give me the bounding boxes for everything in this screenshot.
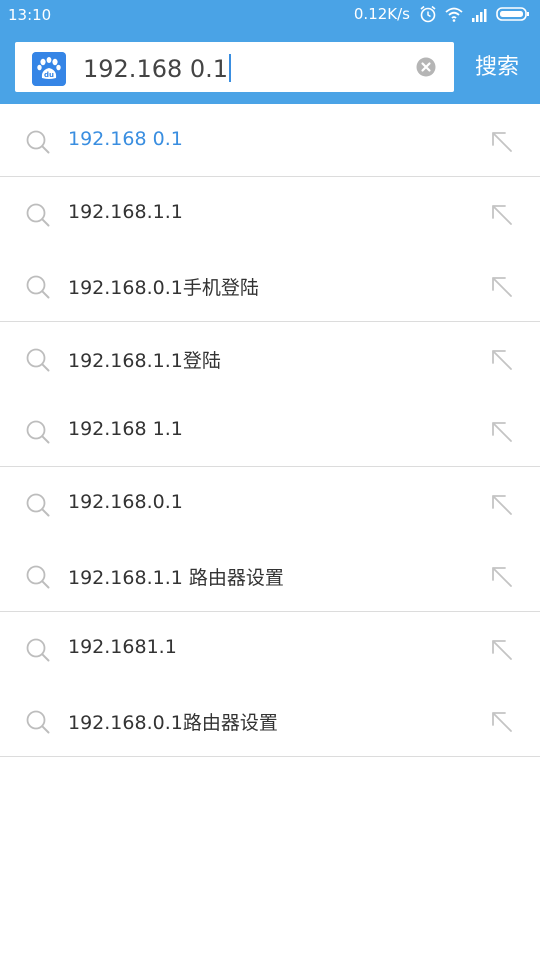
- suggestion-label: 192.168 0.1: [68, 128, 183, 150]
- search-icon: [26, 130, 50, 154]
- suggestion-item[interactable]: 192.168.1.1登陆: [0, 322, 540, 395]
- suggestion-item[interactable]: 192.168 1.1: [0, 394, 540, 467]
- search-icon: [26, 420, 50, 444]
- arrow-up-left-icon[interactable]: [489, 274, 515, 300]
- wifi-icon: [445, 7, 463, 22]
- search-icon: [26, 638, 50, 661]
- baidu-paw-logo-icon: du: [32, 52, 66, 86]
- arrow-up-left-icon[interactable]: [489, 709, 515, 735]
- suggestion-label: 192.168.0.1路由器设置: [68, 712, 278, 734]
- search-button[interactable]: 搜索: [462, 50, 532, 86]
- search-row: du 192.168 0.1 搜索: [0, 38, 540, 98]
- suggestion-label: 192.1681.1: [68, 635, 177, 658]
- search-input[interactable]: du 192.168 0.1: [15, 42, 454, 92]
- network-speed: 0.12K/s: [353, 5, 410, 23]
- suggestion-item[interactable]: 192.168.1.1: [0, 177, 540, 250]
- search-icon: [26, 348, 50, 371]
- top-bar: 13:10 0.12K/s du 192.168 0.1 搜索: [0, 0, 540, 104]
- suggestion-label: 192.168.0.1手机登陆: [68, 277, 259, 299]
- suggestion-label: 192.168.1.1登陆: [68, 349, 221, 372]
- search-icon: [26, 203, 50, 226]
- clear-icon[interactable]: [416, 57, 436, 77]
- suggestion-label: 192.168.0.1: [68, 490, 183, 513]
- suggestion-item[interactable]: 192.168.0.1: [0, 467, 540, 540]
- suggestion-item[interactable]: 192.168.0.1手机登陆: [0, 249, 540, 322]
- search-icon: [26, 493, 50, 516]
- suggestion-label: 192.168 1.1: [68, 418, 183, 440]
- suggestion-item[interactable]: 192.168.0.1路由器设置: [0, 684, 540, 757]
- arrow-up-left-icon[interactable]: [489, 347, 515, 373]
- suggestion-item[interactable]: 192.1681.1: [0, 612, 540, 685]
- suggestion-item[interactable]: 192.168.1.1 路由器设置: [0, 539, 540, 612]
- signal-icon: [472, 9, 487, 22]
- arrow-up-left-icon[interactable]: [489, 492, 515, 518]
- status-right: 0.12K/s: [354, 4, 530, 24]
- suggestion-list: 192.168 0.1 192.168.1.1 192.168.0.1手机登陆 …: [0, 104, 540, 757]
- suggestion-item[interactable]: 192.168 0.1: [0, 104, 540, 177]
- arrow-up-left-icon[interactable]: [489, 637, 515, 663]
- suggestion-label: 192.168.1.1 路由器设置: [68, 567, 284, 589]
- arrow-up-left-icon[interactable]: [489, 564, 515, 590]
- baidu-logo-text: du: [44, 71, 54, 79]
- arrow-up-left-icon[interactable]: [489, 202, 515, 228]
- alarm-icon: [420, 5, 436, 23]
- search-icon: [26, 275, 50, 299]
- search-query-text[interactable]: 192.168 0.1: [83, 54, 232, 84]
- status-time: 13:10: [8, 6, 52, 24]
- battery-icon: [496, 7, 529, 21]
- text-caret: [229, 54, 232, 82]
- arrow-up-left-icon[interactable]: [489, 419, 515, 445]
- search-query-value: 192.168 0.1: [83, 55, 229, 83]
- suggestion-label: 192.168.1.1: [68, 200, 183, 223]
- search-icon: [26, 565, 50, 589]
- arrow-up-left-icon[interactable]: [489, 129, 515, 155]
- status-bar: 13:10 0.12K/s: [0, 0, 540, 30]
- search-icon: [26, 710, 50, 734]
